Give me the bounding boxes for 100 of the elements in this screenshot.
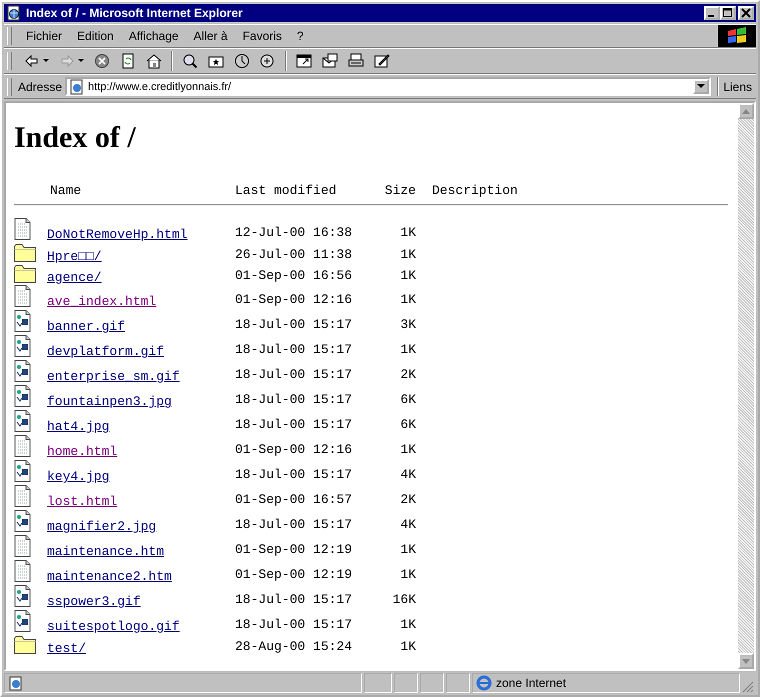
search-icon[interactable] (182, 53, 198, 69)
dropdown-button[interactable] (693, 79, 710, 94)
window-title: Index of / - Microsoft Internet Explorer (26, 6, 244, 20)
menu-item[interactable]: Aller à (186, 29, 235, 43)
file-size: 6K (399, 417, 416, 432)
vertical-scrollbar[interactable] (738, 103, 754, 669)
page-icon (69, 78, 86, 94)
modified-date: 18-Jul-00 15:17 (235, 417, 354, 432)
file-link[interactable]: agence/ (36, 270, 102, 285)
document-icon[interactable] (14, 535, 31, 557)
file-size: 1K (399, 442, 416, 457)
document-icon[interactable] (14, 560, 31, 582)
minimize-button[interactable] (704, 6, 720, 20)
channels-icon[interactable] (260, 53, 276, 69)
maximize-button[interactable] (720, 6, 736, 20)
document-icon[interactable] (14, 218, 31, 240)
modified-column-header: Last modified (235, 183, 338, 198)
history-icon[interactable] (234, 53, 250, 69)
image-file-icon[interactable] (14, 360, 31, 382)
file-link[interactable]: enterprise_sm.gif (31, 369, 180, 384)
down-arrow-icon (742, 658, 750, 664)
file-size: 1K (399, 542, 416, 557)
file-link[interactable]: maintenance2.htm (31, 569, 172, 584)
folder-icon[interactable] (14, 635, 36, 654)
file-size: 1K (399, 342, 416, 357)
file-link[interactable]: key4.jpg (31, 469, 110, 484)
image-file-icon[interactable] (14, 385, 31, 407)
menu-item[interactable]: Favoris (234, 29, 289, 43)
file-size: 1K (399, 247, 416, 262)
modified-date: 18-Jul-00 15:17 (235, 392, 354, 407)
file-link[interactable]: test/ (36, 641, 86, 656)
close-button[interactable] (738, 6, 754, 20)
back-arrow-icon[interactable] (24, 53, 40, 69)
file-link[interactable]: magnifier2.jpg (31, 519, 156, 534)
caret-icon[interactable] (78, 59, 84, 63)
file-link[interactable]: hat4.jpg (31, 419, 110, 434)
file-link[interactable]: devplatform.gif (31, 344, 164, 359)
status-pane (364, 673, 392, 693)
modified-date: 18-Jul-00 15:17 (235, 617, 354, 632)
scroll-down-button[interactable] (738, 653, 754, 669)
document-icon[interactable] (14, 285, 31, 307)
file-link[interactable]: ave_index.html (31, 294, 156, 309)
file-size: 4K (399, 517, 416, 532)
menu-item[interactable]: Affichage (120, 29, 186, 43)
document-icon[interactable] (14, 435, 31, 457)
modified-date: 01-Sep-00 16:57 (235, 492, 354, 507)
edit-icon[interactable] (374, 53, 390, 69)
document-icon[interactable] (14, 485, 31, 507)
home-icon[interactable] (146, 53, 162, 69)
image-file-icon[interactable] (14, 310, 31, 332)
modified-date: 18-Jul-00 15:17 (235, 467, 354, 482)
file-size: 3K (399, 317, 416, 332)
modified-date: 18-Jul-00 15:17 (235, 517, 354, 532)
address-field[interactable]: http://www.e.creditlyonnais.fr/ (65, 77, 712, 96)
file-size: 1K (399, 225, 416, 240)
size-column-header: Size (384, 183, 416, 198)
file-link[interactable]: banner.gif (31, 319, 126, 334)
security-zone-label: zone Internet (496, 676, 566, 690)
file-link[interactable]: home.html (31, 444, 118, 459)
scroll-up-button[interactable] (738, 103, 754, 119)
printer-icon[interactable] (348, 53, 364, 69)
file-link[interactable]: DoNotRemoveHp.html (31, 227, 188, 242)
file-size: 2K (399, 367, 416, 382)
file-link[interactable]: sspower3.gif (31, 594, 141, 609)
minimize-icon (708, 15, 714, 17)
image-file-icon[interactable] (14, 335, 31, 357)
image-file-icon[interactable] (14, 510, 31, 532)
file-link[interactable]: maintenance.htm (31, 544, 164, 559)
file-link[interactable]: suitespotlogo.gif (31, 619, 180, 634)
mail-icon[interactable] (322, 53, 338, 69)
description-column-header: Description (431, 183, 519, 198)
file-link[interactable]: fountainpen3.jpg (31, 394, 172, 409)
image-file-icon[interactable] (14, 460, 31, 482)
page-heading: Index of / (14, 121, 137, 155)
menu-item[interactable]: Fichier (18, 29, 70, 43)
caret-icon[interactable] (43, 59, 49, 63)
folder-icon[interactable] (14, 264, 36, 283)
image-file-icon[interactable] (14, 410, 31, 432)
file-size: 16K (392, 592, 416, 607)
links-button[interactable]: Liens (723, 80, 752, 94)
image-file-icon[interactable] (14, 585, 31, 607)
folder-icon[interactable] (14, 243, 36, 262)
full-screen-icon[interactable] (296, 53, 312, 69)
maximize-icon (723, 8, 733, 18)
refresh-icon[interactable] (120, 53, 136, 69)
modified-date: 01-Sep-00 16:56 (235, 268, 354, 283)
menu-item[interactable]: Edition (69, 29, 121, 43)
file-link[interactable]: lost.html (31, 494, 118, 509)
modified-date: 18-Jul-00 15:17 (235, 592, 354, 607)
close-icon (741, 8, 751, 18)
address-label: Adresse (18, 80, 62, 94)
stop-icon[interactable] (94, 53, 110, 69)
status-pane (420, 673, 444, 693)
modified-date: 18-Jul-00 15:17 (235, 342, 354, 357)
windows-logo-icon (718, 25, 756, 47)
modified-date: 01-Sep-00 12:16 (235, 292, 354, 307)
image-file-icon[interactable] (14, 610, 31, 632)
menu-item[interactable]: ? (288, 29, 311, 43)
file-size: 6K (399, 392, 416, 407)
file-link[interactable]: Hpre□□/ (36, 249, 102, 264)
